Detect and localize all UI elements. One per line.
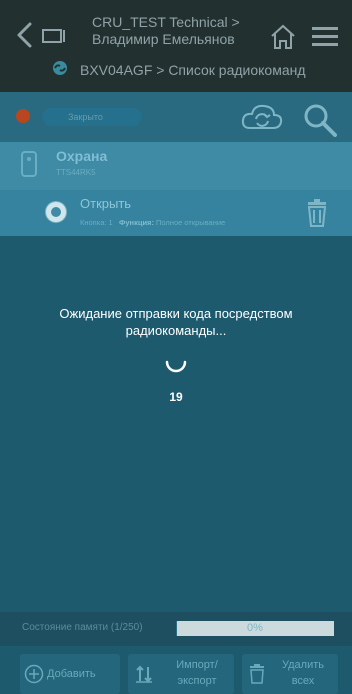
memory-label: Состояние памяти (1/250) — [22, 622, 143, 633]
search-icon[interactable] — [300, 100, 340, 140]
trash-icon — [250, 664, 264, 684]
status-label: Закрыто — [68, 112, 103, 122]
remote-icon — [21, 151, 37, 177]
status-indicator — [16, 109, 30, 123]
delete-all-label-2: всех — [291, 675, 315, 687]
import-export-label-2: экспорт — [177, 675, 217, 687]
app: CRU_TEST Technical > Владимир Емельянов … — [0, 0, 352, 694]
function-value: Полное открывание — [156, 218, 226, 227]
menu-icon[interactable] — [310, 24, 340, 48]
button-label: Кнопка: — [80, 218, 107, 227]
group-title: Охрана — [56, 148, 108, 164]
command-title: Открыть — [80, 196, 132, 211]
back-icon[interactable] — [10, 20, 40, 50]
breadcrumb-line1: CRU_TEST Technical > — [92, 14, 240, 30]
trash-icon[interactable] — [304, 199, 330, 227]
radio-dot — [51, 207, 61, 217]
group-code: TTS44RK5 — [56, 168, 96, 177]
command-detail: Кнопка: 1 Функция: Полное открывание — [80, 218, 225, 227]
link-icon — [53, 61, 67, 75]
add-label: Добавить — [47, 668, 96, 680]
button-value: 1 — [108, 218, 113, 227]
cloud-sync-icon[interactable] — [240, 102, 284, 134]
delete-all-button[interactable]: Удалить всех — [242, 654, 338, 694]
import-export-button[interactable]: Импорт/ экспорт — [128, 654, 234, 694]
sort-icon — [136, 665, 152, 683]
memory-progress: 0% — [176, 621, 334, 636]
spinner-icon — [165, 360, 187, 373]
plus-circle-icon — [24, 664, 44, 684]
function-label: Функция: — [118, 218, 154, 227]
memory-percent: 0% — [247, 622, 263, 634]
group-header-row[interactable] — [0, 142, 352, 190]
home-icon[interactable] — [268, 22, 298, 52]
countdown: 19 — [169, 390, 183, 404]
device-icon — [42, 29, 65, 43]
waiting-message: Ожидание отправки кода посредством радио… — [59, 306, 293, 338]
breadcrumb-line2: Владимир Емельянов — [92, 31, 235, 47]
delete-all-label-1: Удалить — [282, 659, 324, 671]
import-export-label-1: Импорт/ — [176, 659, 218, 671]
add-button[interactable]: Добавить — [20, 654, 120, 694]
page-subtitle: BXV04AGF > Список радиокоманд — [80, 62, 306, 78]
